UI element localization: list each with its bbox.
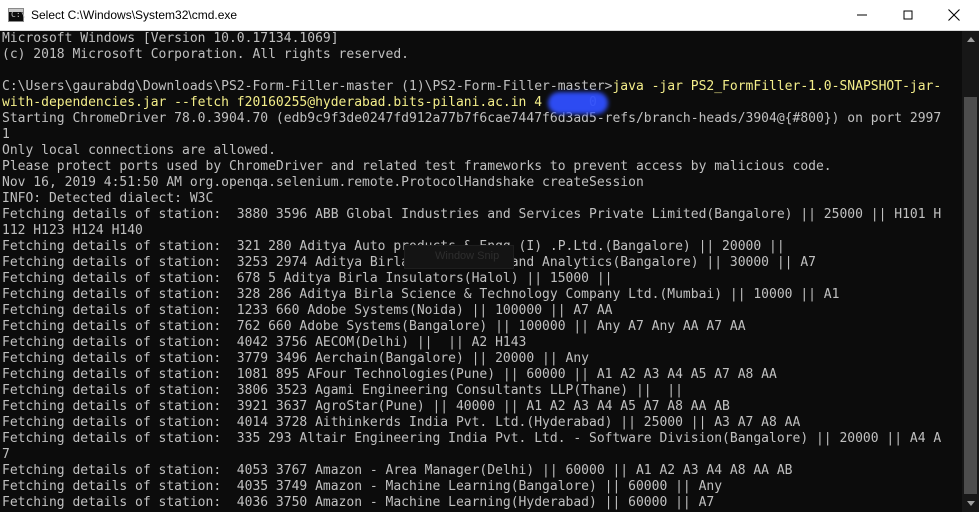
window-snip-overlay: Window Snip — [404, 245, 514, 269]
output-text: Fetching details of station: 4035 3749 A… — [2, 479, 723, 494]
output-text: Fetching details of station: 678 5 Adity… — [2, 271, 613, 286]
output-text: Fetching details of station: 328 286 Adi… — [2, 287, 840, 302]
scroll-down-arrow-icon — [967, 501, 975, 506]
output-text: Fetching details of station: 1081 895 AF… — [2, 367, 777, 382]
console-line: (c) 2018 Microsoft Corporation. All righ… — [2, 47, 941, 63]
console-line: Fetching details of station: 4042 3756 A… — [2, 335, 941, 351]
output-text: Fetching details of station: 3880 3596 A… — [2, 207, 942, 222]
console-output[interactable]: Microsoft Windows [Version 10.0.17134.10… — [0, 31, 962, 512]
output-text: Fetching details of station: 3921 3637 A… — [2, 399, 730, 414]
minimize-icon — [857, 14, 867, 16]
console-line: Fetching details of station: 4053 3767 A… — [2, 463, 941, 479]
output-text: Fetching details of station: 4036 3750 A… — [2, 495, 715, 510]
console-line: Fetching details of station: 678 5 Adity… — [2, 271, 941, 287]
window-snip-label: Window Snip — [435, 250, 500, 262]
scroll-up-arrow-icon — [967, 37, 975, 42]
console-line: Fetching details of station: 4035 3749 A… — [2, 479, 941, 495]
maximize-icon — [903, 10, 913, 20]
minimize-button[interactable] — [839, 0, 885, 30]
scroll-down-button[interactable] — [962, 495, 979, 512]
console-line: Fetching details of station: 4014 3728 A… — [2, 415, 941, 431]
output-text: 112 H123 H124 H140 — [2, 223, 143, 238]
output-text: (c) 2018 Microsoft Corporation. All righ… — [2, 47, 409, 62]
console-lines: Microsoft Windows [Version 10.0.17134.10… — [2, 31, 941, 511]
console-line: 112 H123 H124 H140 — [2, 223, 941, 239]
output-text: Starting ChromeDriver 78.0.3904.70 (edb9… — [2, 111, 942, 126]
scroll-up-button[interactable] — [962, 31, 979, 48]
output-text: Fetching details of station: 3806 3523 A… — [2, 383, 683, 398]
console-line: Only local connections are allowed. — [2, 143, 941, 159]
title-bar[interactable]: C:\ Select C:\Windows\System32\cmd.exe — [0, 0, 979, 31]
window-title: Select C:\Windows\System32\cmd.exe — [31, 8, 238, 22]
console-line: Fetching details of station: 1233 660 Ad… — [2, 303, 941, 319]
console-line: Starting ChromeDriver 78.0.3904.70 (edb9… — [2, 111, 941, 127]
redacted-password-blur — [548, 92, 608, 114]
console-line: Fetching details of station: 3779 3496 A… — [2, 351, 941, 367]
output-text: Fetching details of station: 762 660 Ado… — [2, 319, 746, 334]
vertical-scrollbar[interactable] — [962, 31, 979, 512]
close-button[interactable] — [931, 0, 977, 30]
console-line: C:\Users\gaurabdg\Downloads\PS2-Form-Fil… — [2, 79, 941, 95]
console-line: Microsoft Windows [Version 10.0.17134.10… — [2, 31, 941, 47]
console-line: 1 — [2, 127, 941, 143]
console-line: Nov 16, 2019 4:51:50 AM org.openqa.selen… — [2, 175, 941, 191]
command-prompt: C:\Users\gaurabdg\Downloads\PS2-Form-Fil… — [2, 79, 613, 94]
close-icon — [948, 9, 960, 21]
output-text: Microsoft Windows [Version 10.0.17134.10… — [2, 31, 339, 46]
output-text: 1 — [2, 127, 10, 142]
output-text: Fetching details of station: 4014 3728 A… — [2, 415, 801, 430]
output-text: Fetching details of station: 4053 3767 A… — [2, 463, 793, 478]
console-line: Fetching details of station: 335 293 Alt… — [2, 431, 941, 447]
output-text: 7 — [2, 447, 10, 462]
output-text: Only local connections are allowed. — [2, 143, 276, 158]
output-text: Nov 16, 2019 4:51:50 AM org.openqa.selen… — [2, 175, 644, 190]
console-line: Fetching details of station: 3806 3523 A… — [2, 383, 941, 399]
console-line: with-dependencies.jar --fetch f20160255@… — [2, 95, 941, 111]
console-line: Please protect ports used by ChromeDrive… — [2, 159, 941, 175]
output-text: Fetching details of station: 3779 3496 A… — [2, 351, 589, 366]
output-text: Fetching details of station: 321 280 Adi… — [2, 239, 785, 254]
cmd-icon[interactable]: C:\ — [8, 8, 26, 22]
maximize-button[interactable] — [885, 0, 931, 30]
typed-command: java -jar PS2_FormFiller-1.0-SNAPSHOT-ja… — [612, 79, 942, 94]
console-line: Fetching details of station: 3921 3637 A… — [2, 399, 941, 415]
output-text: Please protect ports used by ChromeDrive… — [2, 159, 832, 174]
typed-command: with-dependencies.jar --fetch f20160255@… — [2, 95, 597, 110]
console-line: 7 — [2, 447, 941, 463]
console-line: Fetching details of station: 762 660 Ado… — [2, 319, 941, 335]
console-line: Fetching details of station: 4036 3750 A… — [2, 495, 941, 511]
console-line: Fetching details of station: 328 286 Adi… — [2, 287, 941, 303]
cmd-icon-prompt: C:\ — [11, 10, 26, 19]
console-line: INFO: Detected dialect: W3C — [2, 191, 941, 207]
output-text: Fetching details of station: 4042 3756 A… — [2, 335, 527, 350]
output-text: INFO: Detected dialect: W3C — [2, 191, 214, 206]
scrollbar-thumb[interactable] — [964, 97, 977, 494]
output-text: Fetching details of station: 1233 660 Ad… — [2, 303, 613, 318]
output-text: Fetching details of station: 335 293 Alt… — [2, 431, 942, 446]
console-line: Fetching details of station: 3880 3596 A… — [2, 207, 941, 223]
console-line: Fetching details of station: 1081 895 AF… — [2, 367, 941, 383]
